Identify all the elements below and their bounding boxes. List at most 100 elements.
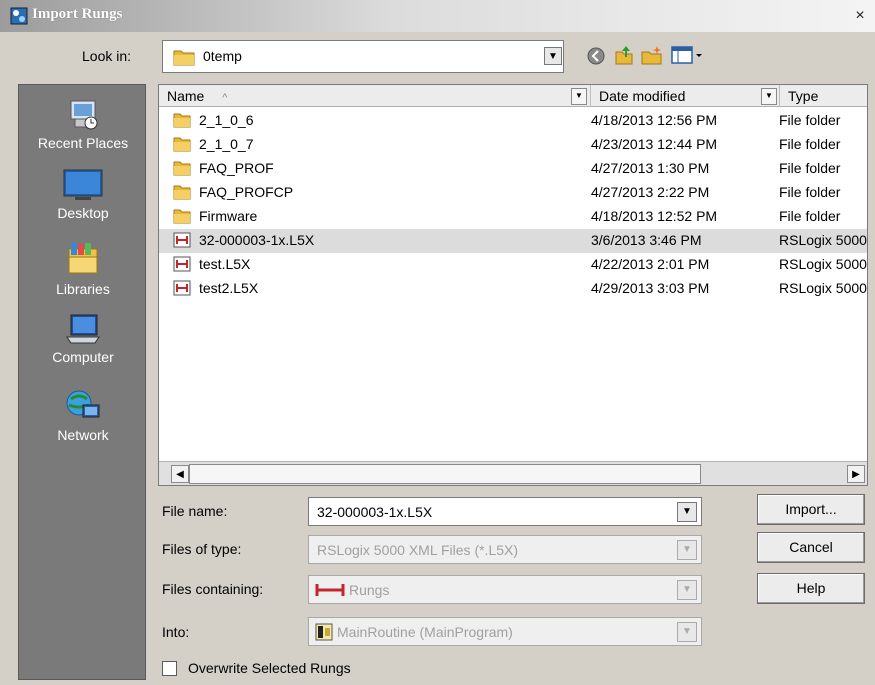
rung-file-icon bbox=[173, 232, 191, 248]
horizontal-scrollbar[interactable]: ◀ ▶ bbox=[159, 461, 867, 485]
file-type: RSLogix 5000 bbox=[779, 232, 867, 248]
files-containing-label: Files containing: bbox=[162, 581, 264, 597]
look-in-combo[interactable]: 0temp ▼ bbox=[162, 40, 564, 73]
window-title: Import Rungs bbox=[32, 6, 123, 22]
title-bar: Import Rungs × bbox=[0, 0, 875, 32]
list-header: Name ^ ▼ Date modified ▼ Type bbox=[159, 85, 867, 107]
new-folder-icon[interactable] bbox=[640, 44, 664, 66]
place-label: Recent Places bbox=[37, 135, 129, 151]
file-date: 4/18/2013 12:52 PM bbox=[591, 208, 718, 224]
files-of-type-dropdown-button: ▼ bbox=[677, 540, 697, 560]
overwrite-checkbox[interactable] bbox=[162, 661, 177, 676]
chevron-down-icon: ▼ bbox=[682, 584, 692, 595]
look-in-dropdown-button[interactable]: ▼ bbox=[544, 47, 562, 65]
sort-ascending-icon: ^ bbox=[222, 92, 228, 104]
libraries-icon bbox=[68, 243, 98, 274]
place-network[interactable]: Network bbox=[19, 385, 147, 443]
close-button[interactable]: × bbox=[850, 6, 870, 26]
file-name-label: File name: bbox=[162, 503, 228, 519]
file-date: 4/27/2013 2:22 PM bbox=[591, 184, 710, 200]
file-name-input[interactable]: 32-000003-1x.L5X ▼ bbox=[308, 497, 702, 526]
file-date: 4/18/2013 12:56 PM bbox=[591, 112, 718, 128]
file-row[interactable]: FAQ_PROF 4/27/2013 1:30 PM File folder bbox=[159, 157, 867, 181]
chevron-down-icon: ▼ bbox=[548, 51, 558, 62]
file-date: 3/6/2013 3:46 PM bbox=[591, 232, 702, 248]
file-row[interactable]: Firmware 4/18/2013 12:52 PM File folder bbox=[159, 205, 867, 229]
file-type: File folder bbox=[779, 208, 841, 224]
up-folder-icon[interactable] bbox=[613, 44, 635, 66]
chevron-down-icon: ▼ bbox=[682, 506, 692, 517]
folder-icon bbox=[173, 185, 191, 200]
file-row[interactable]: FAQ_PROFCP 4/27/2013 2:22 PM File folder bbox=[159, 181, 867, 205]
back-icon[interactable] bbox=[586, 46, 606, 66]
file-name: 32-000003-1x.L5X bbox=[199, 232, 315, 248]
desktop-icon bbox=[63, 169, 103, 200]
place-libraries[interactable]: Libraries bbox=[19, 239, 147, 297]
cancel-button[interactable]: Cancel bbox=[757, 532, 865, 563]
routine-icon bbox=[315, 623, 333, 641]
file-name: test.L5X bbox=[199, 256, 251, 272]
look-in-value: 0temp bbox=[203, 48, 242, 64]
place-label: Libraries bbox=[56, 281, 110, 297]
file-row[interactable]: test2.L5X 4/29/2013 3:03 PM RSLogix 5000 bbox=[159, 277, 867, 301]
network-icon bbox=[66, 390, 100, 418]
file-list[interactable]: Name ^ ▼ Date modified ▼ Type 2_1_0_6 4/1… bbox=[158, 84, 868, 486]
place-label: Computer bbox=[52, 349, 114, 365]
computer-icon bbox=[66, 314, 100, 344]
overwrite-label[interactable]: Overwrite Selected Rungs bbox=[188, 660, 351, 676]
folder-icon bbox=[173, 50, 195, 66]
arrow-left-icon: ◀ bbox=[176, 469, 184, 480]
place-computer[interactable]: Computer bbox=[19, 311, 147, 365]
file-name: 2_1_0_7 bbox=[199, 136, 254, 152]
file-row[interactable]: 2_1_0_6 4/18/2013 12:56 PM File folder bbox=[159, 109, 867, 133]
files-containing-value: Rungs bbox=[349, 582, 390, 598]
arrow-right-icon: ▶ bbox=[852, 469, 860, 480]
rung-file-icon bbox=[173, 280, 191, 296]
rung-icon bbox=[315, 584, 345, 596]
rung-file-icon bbox=[173, 256, 191, 272]
recent-places-icon bbox=[70, 100, 98, 130]
column-filter-button[interactable]: ▼ bbox=[761, 88, 777, 105]
file-name: FAQ_PROFCP bbox=[199, 184, 294, 200]
files-of-type-label: Files of type: bbox=[162, 541, 242, 557]
files-containing-dropdown-button: ▼ bbox=[677, 580, 697, 600]
close-icon: × bbox=[855, 7, 865, 24]
file-type: RSLogix 5000 bbox=[779, 256, 867, 272]
file-date: 4/23/2013 12:44 PM bbox=[591, 136, 718, 152]
place-desktop[interactable]: Desktop bbox=[19, 167, 147, 221]
chevron-down-icon: ▼ bbox=[765, 91, 773, 100]
file-name-dropdown-button[interactable]: ▼ bbox=[677, 502, 697, 522]
column-header-date[interactable]: Date modified ▼ bbox=[591, 85, 780, 107]
file-type: File folder bbox=[779, 184, 841, 200]
help-button[interactable]: Help bbox=[757, 573, 865, 604]
column-header-type[interactable]: Type bbox=[780, 85, 867, 107]
file-row[interactable]: test.L5X 4/22/2013 2:01 PM RSLogix 5000 bbox=[159, 253, 867, 277]
file-row[interactable]: 2_1_0_7 4/23/2013 12:44 PM File folder bbox=[159, 133, 867, 157]
file-type: File folder bbox=[779, 160, 841, 176]
place-label: Desktop bbox=[57, 205, 109, 221]
into-select: MainRoutine (MainProgram) ▼ bbox=[308, 617, 702, 646]
folder-icon bbox=[173, 161, 191, 176]
file-date: 4/22/2013 2:01 PM bbox=[591, 256, 710, 272]
file-name-value: 32-000003-1x.L5X bbox=[317, 504, 433, 520]
chevron-down-icon: ▼ bbox=[682, 544, 692, 555]
places-bar: Recent Places Desktop Libraries Computer bbox=[18, 84, 146, 680]
column-filter-button[interactable]: ▼ bbox=[571, 88, 587, 105]
folder-icon bbox=[173, 113, 191, 128]
chevron-down-icon: ▼ bbox=[575, 91, 583, 100]
app-icon bbox=[10, 7, 28, 25]
place-recent-places[interactable]: Recent Places bbox=[19, 97, 147, 151]
file-type: File folder bbox=[779, 112, 841, 128]
into-dropdown-button: ▼ bbox=[677, 622, 697, 642]
view-menu-icon[interactable] bbox=[670, 44, 704, 66]
scroll-right-button[interactable]: ▶ bbox=[847, 465, 865, 483]
import-button[interactable]: Import... bbox=[757, 494, 865, 525]
column-header-name[interactable]: Name ^ ▼ bbox=[159, 85, 591, 107]
scroll-left-button[interactable]: ◀ bbox=[171, 465, 189, 483]
file-row[interactable]: 32-000003-1x.L5X 3/6/2013 3:46 PM RSLogix … bbox=[159, 229, 867, 253]
file-type: File folder bbox=[779, 136, 841, 152]
file-name: Firmware bbox=[199, 208, 258, 224]
scrollbar-thumb[interactable] bbox=[189, 464, 701, 484]
chevron-down-icon: ▼ bbox=[682, 626, 692, 637]
folder-icon bbox=[173, 137, 191, 152]
